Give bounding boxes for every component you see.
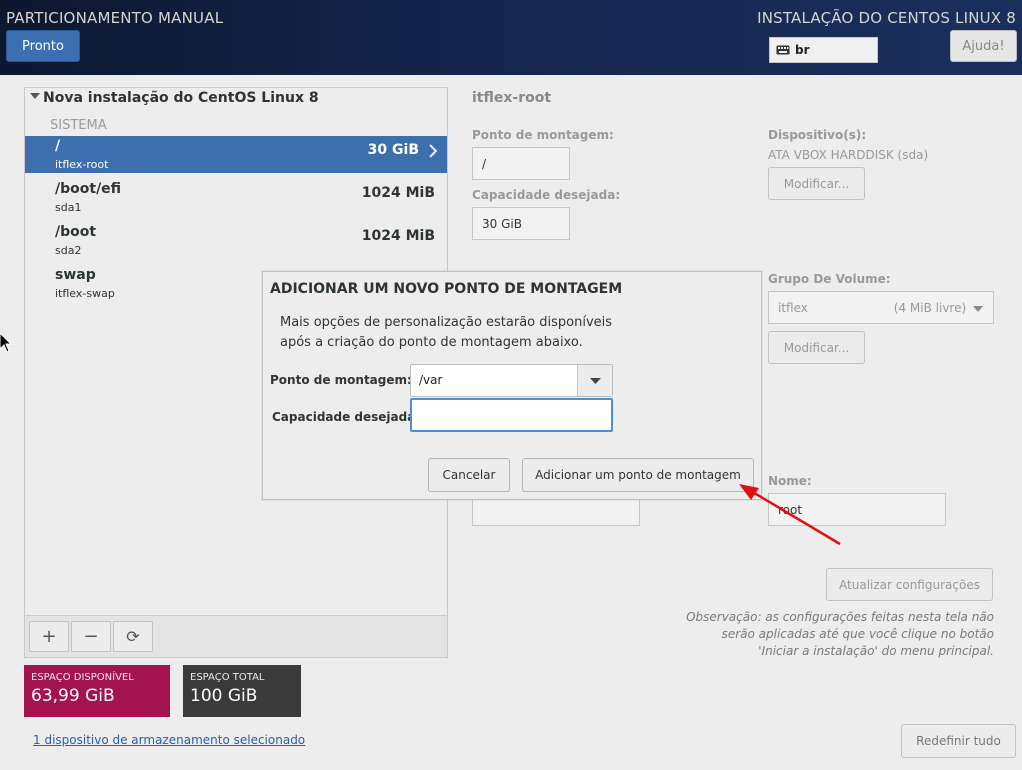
total-space-label: ESPAÇO TOTAL <box>190 672 265 683</box>
keyboard-icon <box>776 45 790 55</box>
volume-group-label: Grupo De Volume: <box>768 272 891 286</box>
refresh-button[interactable]: ⟳ <box>113 621 153 652</box>
total-space-box: ESPAÇO TOTAL 100 GiB <box>183 665 301 717</box>
available-space-value: 63,99 GiB <box>31 686 115 706</box>
mount-point-name: /boot <box>55 224 97 240</box>
mount-point-size: 1024 MiB <box>361 228 435 244</box>
dialog-description: Mais opções de personalização estarão di… <box>280 315 613 350</box>
mount-point-size: 1024 MiB <box>361 185 435 201</box>
dialog-title: ADICIONAR UM NOVO PONTO DE MONTAGEM <box>270 281 623 297</box>
expander-icon[interactable] <box>30 93 40 99</box>
modify-devices-button[interactable]: Modificar... <box>768 167 865 200</box>
volume-group-name: itflex <box>778 300 808 315</box>
volume-group-free: (4 MiB livre) <box>893 300 967 315</box>
mount-point-name: swap <box>55 267 96 283</box>
mouse-cursor-icon <box>0 333 12 353</box>
mount-point-device: itflex-swap <box>55 287 115 300</box>
dialog-mount-point-value: /var <box>419 373 443 387</box>
mount-point-field[interactable]: / <box>472 147 570 180</box>
remove-mount-point-button[interactable]: − <box>71 621 111 652</box>
add-mount-point-confirm-button[interactable]: Adicionar um ponto de montagem <box>522 458 754 492</box>
mount-point-name: / <box>55 138 61 154</box>
devices-value: ATA VBOX HARDDISK (sda) <box>768 148 929 162</box>
update-settings-button[interactable]: Atualizar configurações <box>826 568 993 601</box>
chevron-down-icon <box>973 305 983 312</box>
page-title: PARTICIONAMENTO MANUAL <box>6 9 224 27</box>
mount-point-device: sda1 <box>55 201 82 214</box>
mount-point-name: /boot/efi <box>55 181 122 197</box>
chevron-right-icon <box>429 144 437 158</box>
mount-point-row-root[interactable]: / itflex-root 30 GiB <box>25 136 447 173</box>
storage-devices-link[interactable]: 1 dispositivo de armazenamento seleciona… <box>33 733 305 747</box>
mount-point-label: Ponto de montagem: <box>472 128 614 142</box>
available-space-label: ESPAÇO DISPONÍVEL <box>31 672 134 683</box>
available-space-box: ESPAÇO DISPONÍVEL 63,99 GiB <box>24 665 170 717</box>
annotation-arrow-icon <box>739 484 841 546</box>
volume-group-free-wrap: (4 MiB livre) <box>894 301 983 315</box>
mount-point-size: 30 GiB <box>367 142 419 158</box>
keyboard-layout-value: br <box>795 43 810 57</box>
modify-volume-group-button[interactable]: Modificar... <box>768 331 865 364</box>
device-title: itflex-root <box>472 90 552 106</box>
capacity-label: Capacidade desejada: <box>472 188 621 202</box>
settings-note: Observação: as configurações feitas nest… <box>686 610 994 658</box>
cancel-button[interactable]: Cancelar <box>428 458 510 492</box>
chevron-down-icon <box>589 377 601 384</box>
dialog-capacity-input[interactable] <box>410 398 613 432</box>
total-space-value: 100 GiB <box>190 686 258 706</box>
install-title: Nova instalação do CentOS Linux 8 <box>43 90 319 106</box>
volume-group-select[interactable]: itflex (4 MiB livre) <box>768 291 994 324</box>
installer-title: INSTALAÇÃO DO CENTOS LINUX 8 <box>757 9 1016 27</box>
mount-point-row-boot-efi[interactable]: /boot/efi sda1 1024 MiB <box>25 179 447 216</box>
mount-point-device: sda2 <box>55 244 82 257</box>
keyboard-layout-indicator[interactable]: br <box>769 37 878 63</box>
mount-point-row-boot[interactable]: /boot sda2 1024 MiB <box>25 222 447 259</box>
reset-all-button[interactable]: Redefinir tudo <box>901 724 1016 758</box>
section-label-system: SISTEMA <box>50 118 107 133</box>
devices-label: Dispositivo(s): <box>768 128 867 142</box>
add-mount-point-button[interactable]: + <box>29 621 69 652</box>
install-header[interactable]: Nova instalação do CentOS Linux 8 <box>30 90 319 106</box>
capacity-field[interactable]: 30 GiB <box>472 207 570 240</box>
help-button[interactable]: Ajuda! <box>950 30 1017 62</box>
dialog-capacity-label: Capacidade desejada: <box>272 410 421 424</box>
mount-point-device: itflex-root <box>55 158 109 171</box>
dialog-mount-point-label: Ponto de montagem: <box>270 373 412 387</box>
done-button[interactable]: Pronto <box>6 30 80 62</box>
dialog-mount-point-combo[interactable]: /var <box>410 364 613 397</box>
dropdown-button[interactable] <box>577 365 612 396</box>
